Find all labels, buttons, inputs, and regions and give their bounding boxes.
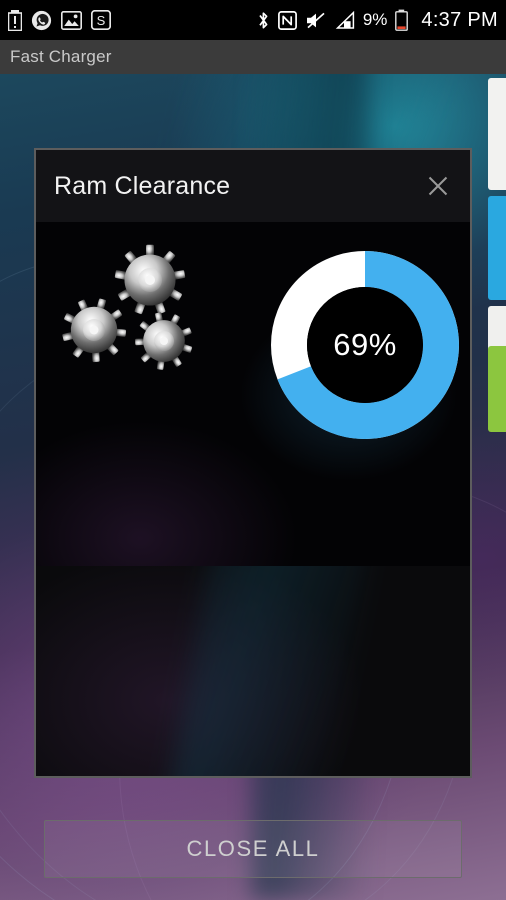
mute-icon xyxy=(306,12,325,28)
whatsapp-icon xyxy=(31,10,52,30)
battery-percent-label: 9% xyxy=(362,10,388,29)
close-all-label: CLOSE ALL xyxy=(186,836,320,861)
status-bar-right-icons: 9% 4:37 PM xyxy=(257,9,498,32)
dialog-body: 69% xyxy=(36,222,470,566)
recents-card-1[interactable] xyxy=(488,78,506,190)
battery-icon xyxy=(395,9,409,31)
gears-icon xyxy=(54,244,199,375)
gallery-icon xyxy=(61,10,82,30)
clock-label: 4:37 PM xyxy=(421,8,498,31)
ram-clearance-dialog: Ram Clearance 69% xyxy=(36,150,470,566)
ram-progress-label: 69% xyxy=(333,327,397,362)
device-screen: S 9% 4:37 PM Fast Charger Ram Clearance … xyxy=(0,0,506,900)
app-title-bar: Fast Charger xyxy=(0,40,506,74)
dialog-header: Ram Clearance xyxy=(36,150,470,222)
status-bar-left-icons: S xyxy=(8,9,257,31)
ram-progress-donut: 69% xyxy=(270,250,460,440)
recents-card-2[interactable] xyxy=(488,196,506,300)
svg-text:S: S xyxy=(97,13,106,28)
signal-icon xyxy=(335,10,354,29)
nfc-icon xyxy=(277,10,297,30)
close-all-button[interactable]: CLOSE ALL xyxy=(44,820,462,878)
recents-card-4[interactable] xyxy=(488,346,506,432)
bluetooth-icon xyxy=(259,11,268,28)
s-app-icon: S xyxy=(91,10,111,30)
app-title-label: Fast Charger xyxy=(10,47,112,66)
dialog-title: Ram Clearance xyxy=(54,171,231,200)
warning-battery-icon xyxy=(8,10,22,31)
close-icon[interactable] xyxy=(424,172,452,200)
app-window: Fast Charger Ram Clearance Ram Clearance xyxy=(34,148,472,778)
status-bar: S 9% 4:37 PM xyxy=(0,0,506,40)
